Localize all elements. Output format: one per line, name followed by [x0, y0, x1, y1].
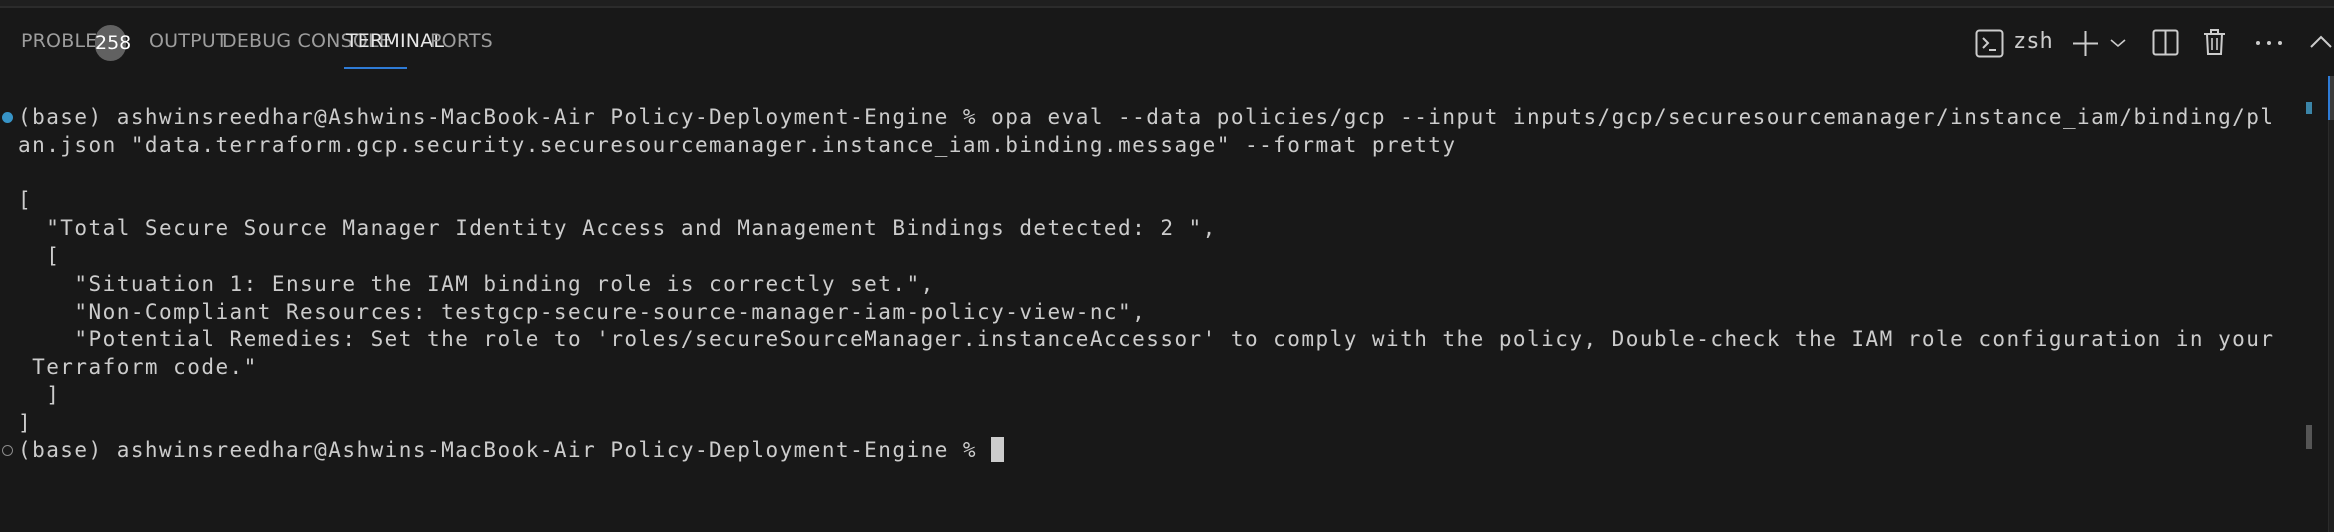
tab-output[interactable]: OUTPUT: [149, 30, 228, 52]
plus-icon[interactable]: [2072, 30, 2099, 57]
terminal-line: [: [18, 188, 33, 212]
shell-label[interactable]: zsh: [2013, 29, 2053, 54]
terminal-line: ]: [18, 383, 61, 407]
panel-border: [0, 6, 2334, 8]
terminal-line: "Potential Remedies: Set the role to 'ro…: [18, 327, 2275, 351]
split-terminal-icon[interactable]: [2152, 29, 2179, 56]
trash-icon[interactable]: [2203, 28, 2226, 56]
active-tab-indicator: [344, 67, 407, 69]
overview-ruler-mark-cursor: [2306, 425, 2312, 449]
terminal-line: ]: [18, 411, 33, 435]
chevron-down-icon[interactable]: [2110, 38, 2126, 48]
scrollbar-track[interactable]: [2328, 76, 2334, 532]
terminal-line: (base) ashwinsreedhar@Ashwins-MacBook-Ai…: [18, 105, 2275, 129]
maximize-panel-chevron-up-icon[interactable]: [2310, 35, 2332, 48]
terminal-line: an.json "data.terraform.gcp.security.sec…: [18, 133, 1457, 157]
command-pending-decoration-icon: [2, 445, 13, 456]
terminal-line: Terraform code.": [18, 355, 258, 379]
terminal-prompt-line[interactable]: (base) ashwinsreedhar@Ashwins-MacBook-Ai…: [18, 436, 1005, 464]
overview-ruler-mark-command: [2306, 102, 2312, 114]
terminal-line: "Total Secure Source Manager Identity Ac…: [18, 216, 1217, 240]
more-actions-icon[interactable]: [2255, 40, 2283, 46]
terminal-icon[interactable]: [1975, 29, 2004, 58]
terminal-cursor: [991, 437, 1005, 462]
terminal-line: "Situation 1: Ensure the IAM binding rol…: [18, 272, 935, 296]
terminal-line: "Non-Compliant Resources: testgcp-secure…: [18, 300, 1147, 324]
scrollbar-slider[interactable]: [2330, 76, 2334, 120]
problems-count-badge: 258: [95, 25, 131, 61]
terminal-prompt: (base) ashwinsreedhar@Ashwins-MacBook-Ai…: [18, 438, 992, 462]
command-success-decoration-icon[interactable]: [2, 112, 13, 123]
tab-ports[interactable]: PORTS: [430, 30, 493, 52]
terminal-line: [: [18, 244, 61, 268]
